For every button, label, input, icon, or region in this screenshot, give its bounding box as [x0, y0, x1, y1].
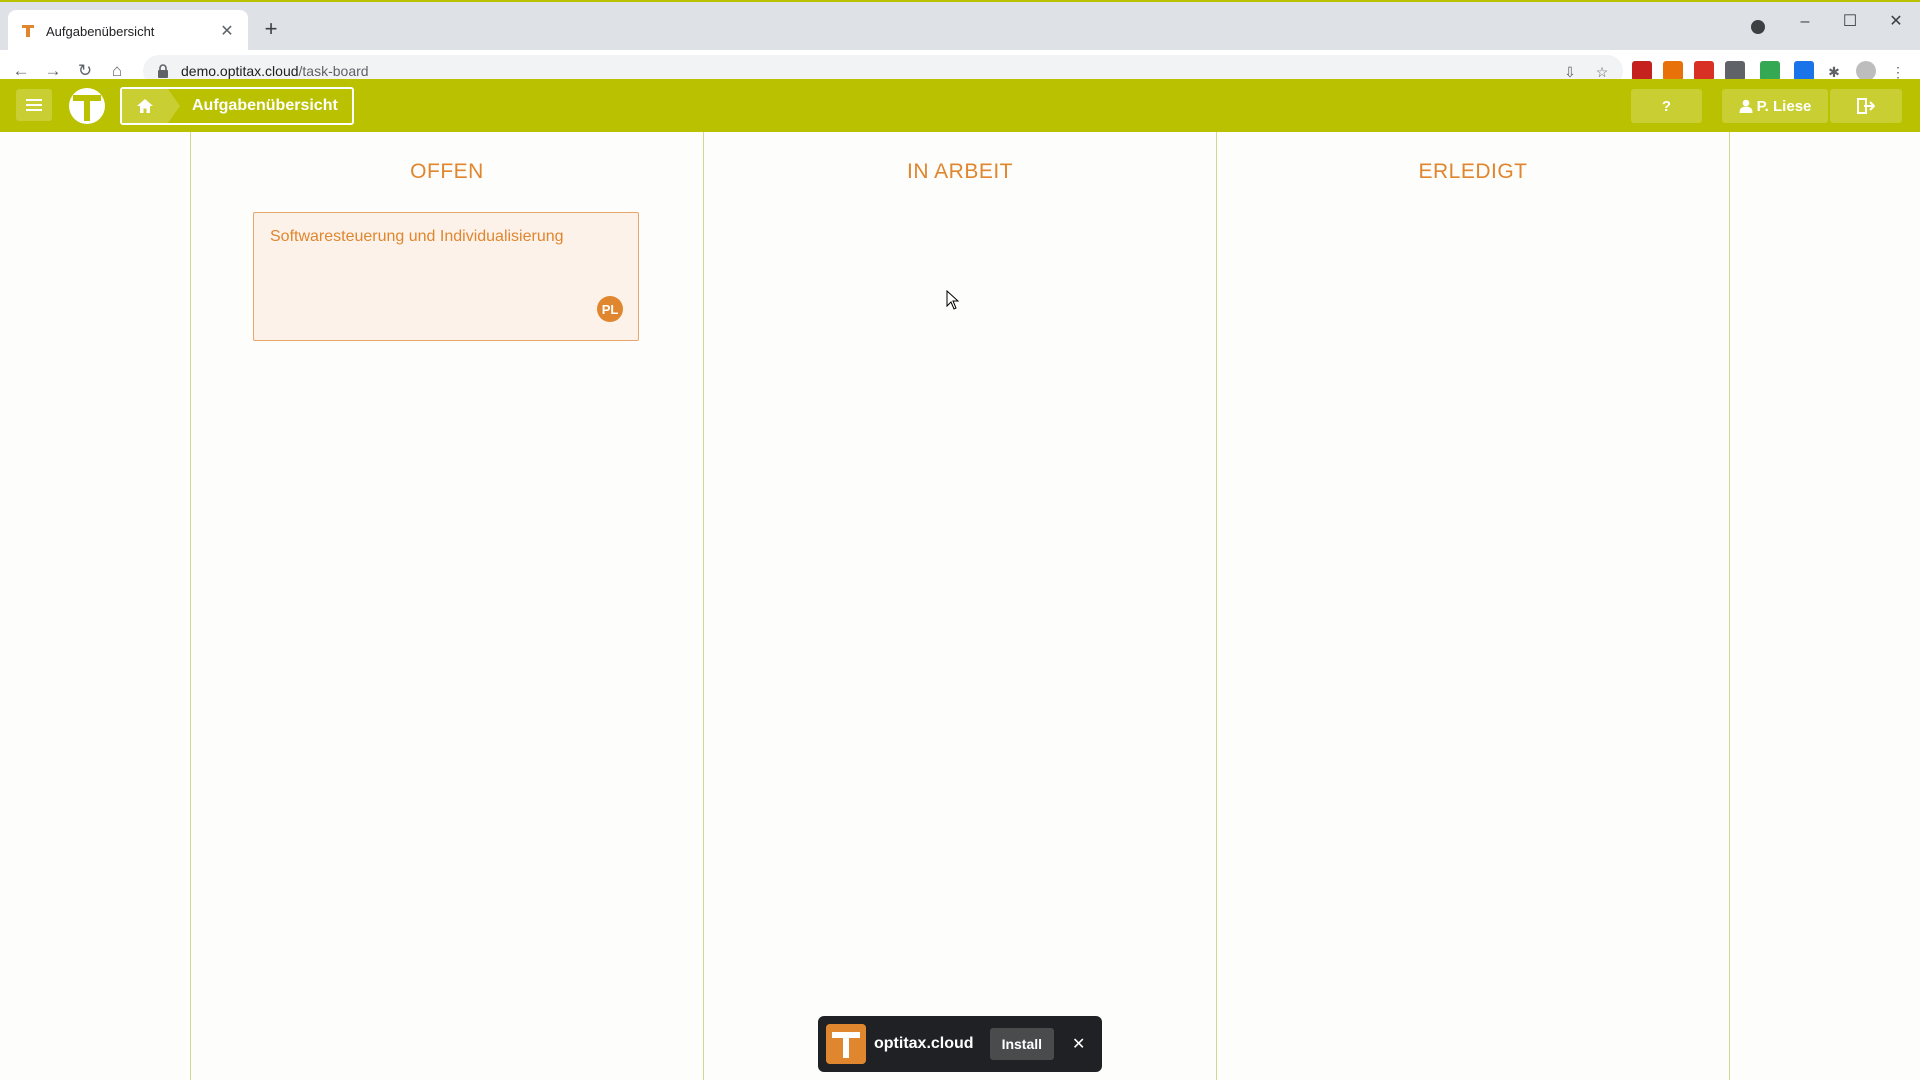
- column-title: OFFEN: [410, 160, 484, 183]
- url-host: demo.optitax.cloud: [181, 63, 299, 79]
- lock-icon: [158, 64, 168, 78]
- breadcrumb-current: Aufgabenübersicht: [192, 97, 338, 114]
- profile-avatar[interactable]: [1856, 61, 1876, 81]
- maximize-button[interactable]: ☐: [1830, 8, 1870, 36]
- gmail-extension-icon[interactable]: [1632, 61, 1652, 81]
- install-button[interactable]: Install: [989, 1028, 1055, 1060]
- task-card[interactable]: Softwaresteuerung und Individualisierung…: [253, 212, 639, 341]
- logout-button[interactable]: [1830, 89, 1902, 123]
- column-in-arbeit: IN ARBEIT: [703, 132, 1216, 1080]
- task-card-title: Softwaresteuerung und Individualisierung: [270, 228, 564, 245]
- new-tab-button[interactable]: +: [258, 16, 284, 42]
- tab-close-icon[interactable]: ✕: [218, 21, 236, 41]
- browser-tab[interactable]: Aufgabenübersicht ✕: [8, 10, 248, 52]
- column-title: ERLEDIGT: [1418, 160, 1528, 183]
- mouse-cursor-icon: [946, 290, 960, 310]
- column-offen: OFFEN Softwaresteuerung und Individualis…: [190, 132, 703, 1080]
- logout-icon: [1857, 98, 1875, 114]
- optitax-app-icon: [826, 1024, 866, 1064]
- url-path: /task-board: [298, 63, 369, 79]
- minimize-button[interactable]: –: [1785, 8, 1825, 36]
- user-icon: [1739, 99, 1753, 113]
- install-close-icon[interactable]: ✕: [1072, 1034, 1085, 1054]
- hamburger-menu-button[interactable]: [16, 89, 52, 121]
- optitax-favicon-icon: [22, 25, 34, 37]
- breadcrumb-home-button[interactable]: [122, 89, 168, 123]
- browser-tab-strip: Aufgabenübersicht ✕ + – ☐ ✕: [0, 0, 1920, 52]
- rss-extension-icon[interactable]: [1663, 61, 1683, 81]
- optitax-logo-icon[interactable]: [68, 87, 106, 125]
- install-app-name: optitax.cloud: [874, 1035, 974, 1052]
- globe-extension-icon[interactable]: [1760, 61, 1780, 81]
- breadcrumb-separator: [168, 89, 180, 123]
- tab-search-icon[interactable]: [1751, 20, 1765, 34]
- assignee-avatar: PL: [597, 296, 623, 322]
- mail-extension-icon[interactable]: [1794, 61, 1814, 81]
- home-icon: [137, 99, 153, 113]
- user-name: P. Liese: [1756, 97, 1812, 115]
- task-board: OFFEN Softwaresteuerung und Individualis…: [0, 132, 1920, 1080]
- app-header: Aufgabenübersicht ? P. Liese: [0, 79, 1920, 132]
- column-erledigt: ERLEDIGT: [1216, 132, 1729, 1080]
- breadcrumb: Aufgabenübersicht: [120, 87, 354, 125]
- window-close-button[interactable]: ✕: [1876, 8, 1916, 36]
- column-title: IN ARBEIT: [906, 160, 1014, 183]
- tab-title: Aufgabenübersicht: [46, 23, 155, 39]
- column-divider: [1729, 132, 1730, 1080]
- install-prompt: optitax.cloud Install ✕: [818, 1016, 1102, 1072]
- help-button[interactable]: ?: [1631, 89, 1702, 123]
- user-button[interactable]: P. Liese: [1722, 89, 1828, 123]
- pdf-extension-icon[interactable]: [1694, 61, 1714, 81]
- wallet-extension-icon[interactable]: [1725, 61, 1745, 81]
